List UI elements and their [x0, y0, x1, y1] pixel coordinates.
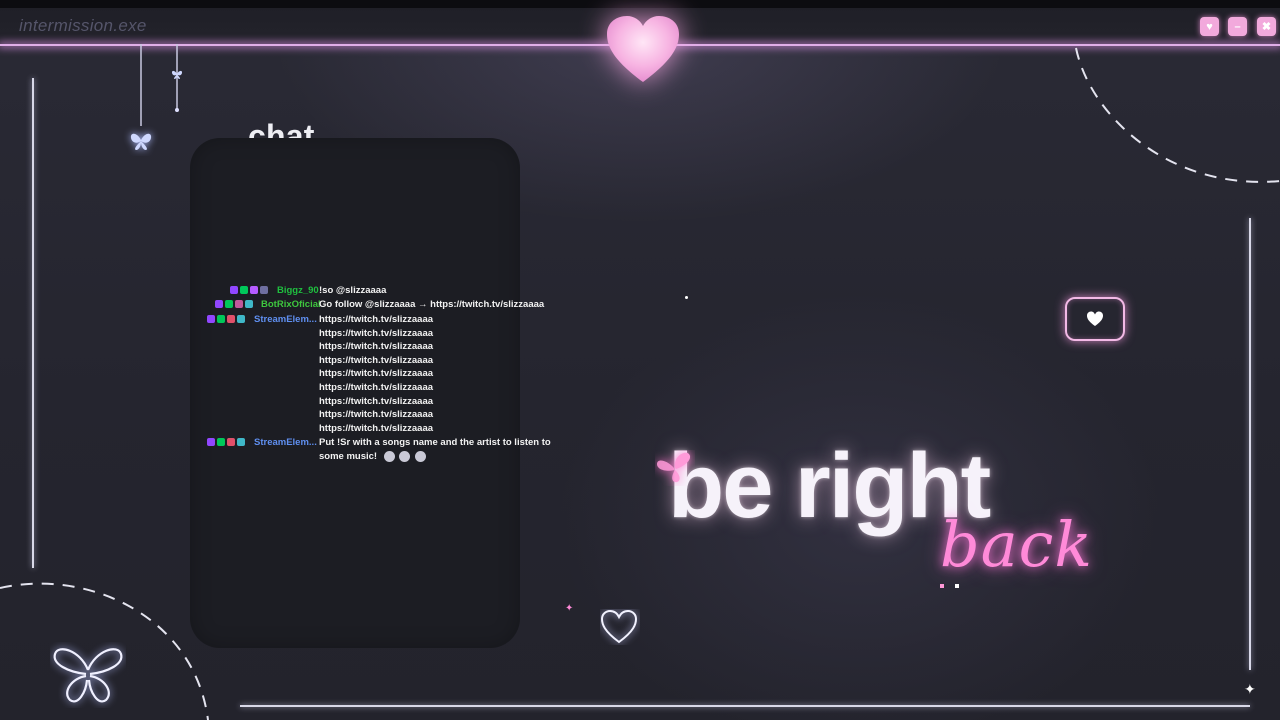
chat-text: !so @slizzaaaa — [319, 285, 387, 296]
user-badges — [207, 437, 247, 447]
user-badges — [207, 314, 247, 324]
close-icon: ✖ — [1261, 21, 1272, 33]
chat-username: StreamElem... — [254, 437, 317, 448]
minimize-icon: – — [1234, 20, 1241, 33]
butterfly-icon — [657, 452, 691, 483]
chat-text: Put !Sr with a songs name and the artist… — [319, 437, 551, 448]
chat-text: some music! — [319, 451, 378, 463]
hanging-butterflies — [130, 44, 183, 150]
chat-text: https://twitch.tv/slizzaaaa — [319, 314, 434, 325]
chat-username: Biggz_90 — [277, 285, 319, 296]
star-dot — [955, 584, 959, 588]
chat-text: https://twitch.tv/slizzaaaa — [319, 409, 434, 420]
chat-text: https://twitch.tv/slizzaaaa — [319, 382, 434, 393]
star-dot — [940, 584, 944, 588]
bottom-border-line — [240, 705, 1250, 707]
user-badges — [215, 299, 255, 309]
right-border-line — [1249, 218, 1251, 670]
dashed-arc-top-right — [1075, 47, 1280, 183]
chat-panel — [190, 138, 520, 648]
chat-text: https://twitch.tv/slizzaaaa — [319, 355, 434, 366]
heart-icon — [1087, 311, 1103, 326]
heart-icon — [607, 16, 679, 82]
chat-text: https://twitch.tv/slizzaaaa — [319, 396, 434, 407]
emote-icon — [383, 451, 395, 462]
outline-heart-icon — [600, 609, 638, 644]
intermission-scene: intermission.exe ♥ – ✖ ✦ ✦ chat Biggz_90… — [0, 0, 1280, 720]
emote-icon — [415, 451, 426, 462]
chat-text: https://twitch.tv/slizzaaaa — [319, 368, 434, 379]
close-button[interactable]: ✖ — [1257, 17, 1276, 36]
chat-text: https://twitch.tv/slizzaaaa — [319, 328, 434, 339]
emote-icon — [399, 451, 411, 462]
top-strip — [0, 0, 1280, 8]
left-border-line — [32, 78, 34, 568]
window-title: intermission.exe — [19, 16, 147, 35]
chat-text: https://twitch.tv/slizzaaaa — [319, 341, 434, 352]
chat-text-continued: some music! — [319, 451, 428, 462]
chat-username: StreamElem... — [254, 314, 317, 325]
butterfly-icon — [53, 648, 123, 703]
chat-bubble-heart-icon — [1065, 297, 1125, 341]
chat-text: Go follow @slizzaaaa → https://twitch.tv… — [319, 299, 545, 310]
minimize-button[interactable]: – — [1228, 17, 1247, 36]
headline-script: back — [940, 508, 1093, 581]
user-badges — [230, 285, 270, 295]
star-dot — [685, 296, 688, 299]
heart-button[interactable]: ♥ — [1200, 17, 1219, 36]
sparkle-icon: ✦ — [565, 603, 574, 614]
chat-text: https://twitch.tv/slizzaaaa — [319, 423, 434, 434]
sparkle-icon: ✦ — [1244, 681, 1256, 697]
heart-icon: ♥ — [1206, 20, 1213, 33]
chat-username: BotRixOficial — [261, 299, 321, 310]
